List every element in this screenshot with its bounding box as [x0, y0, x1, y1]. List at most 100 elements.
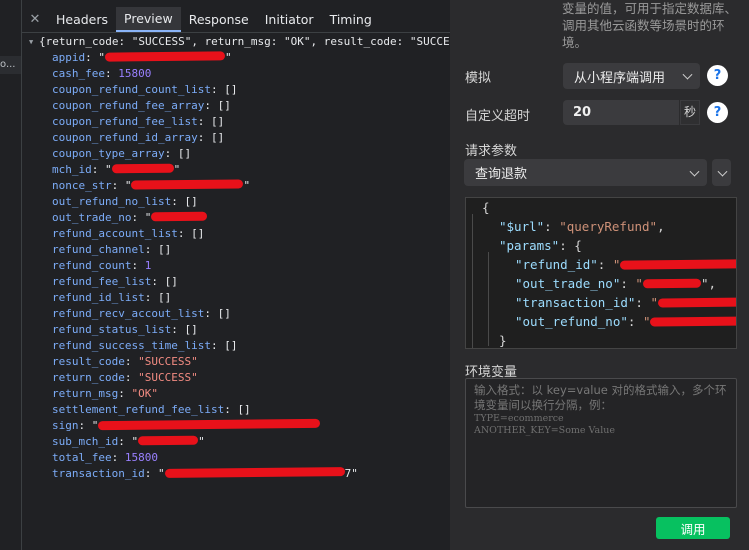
json-field-row[interactable]: sub_mch_id: " " [22, 434, 450, 450]
env-placeholder-example-1: TYPE=ecommerce [474, 413, 564, 424]
help-icon[interactable]: ? [707, 102, 728, 123]
json-colon: : [210, 339, 225, 352]
json-value: " [98, 51, 105, 64]
params-template-select[interactable]: 查询退款 [464, 159, 707, 186]
json-colon: : [177, 227, 192, 240]
tab-headers[interactable]: Headers [48, 7, 116, 32]
request-name-fragment[interactable]: o... [0, 59, 20, 70]
simulate-label: 模拟 [465, 71, 492, 86]
json-colon: : [144, 467, 158, 480]
close-icon[interactable]: ✕ [22, 7, 48, 32]
tab-preview[interactable]: Preview [116, 7, 181, 32]
code-line-url: "$url": "queryRefund", [499, 219, 665, 234]
code-brace-close: } [499, 333, 507, 348]
json-field-row[interactable]: nonce_str: " " [22, 178, 450, 194]
json-value: " [105, 163, 112, 176]
json-colon: : [124, 355, 139, 368]
json-value: " [198, 435, 205, 448]
json-key: total_fee [52, 451, 112, 464]
redaction-mark [138, 435, 199, 446]
json-field-row[interactable]: refund_status_list: [] [22, 322, 450, 338]
json-field-row[interactable]: coupon_refund_count_list: [] [22, 82, 450, 98]
json-key: coupon_refund_fee_array [52, 99, 205, 112]
call-button[interactable]: 调用 [656, 517, 730, 539]
json-field-row[interactable]: refund_fee_list: [] [22, 274, 450, 290]
more-options-button[interactable] [712, 159, 731, 186]
json-colon: : [204, 99, 218, 112]
detail-tab-bar: ✕ Headers Preview Response Initiator Tim… [22, 7, 450, 33]
json-key: settlement_refund_fee_list [52, 403, 225, 416]
tab-initiator[interactable]: Initiator [257, 7, 322, 32]
json-field-row[interactable]: sign: " [22, 418, 450, 434]
json-field-row[interactable]: out_trade_no: " [22, 210, 450, 226]
json-field-row[interactable]: coupon_refund_id_array: [] [22, 130, 450, 146]
json-field-row[interactable]: refund_recv_accout_list: [] [22, 306, 450, 322]
json-key: appid [52, 51, 86, 64]
json-field-row[interactable]: return_code: "SUCCESS" [22, 370, 450, 386]
json-root-line[interactable]: ▼ {return_code: "SUCCESS", return_msg: "O… [22, 34, 450, 50]
json-value: [] [210, 115, 225, 128]
params-label: 请求参数 [465, 144, 518, 159]
json-key: refund_recv_accout_list [52, 307, 205, 320]
json-field-row[interactable]: out_refund_no_list: [] [22, 194, 450, 210]
timeout-label: 自定义超时 [465, 109, 531, 124]
tab-response[interactable]: Response [181, 7, 257, 32]
json-key: return_code [52, 371, 125, 384]
json-value: [] [237, 403, 251, 416]
json-key: refund_status_list [52, 323, 172, 336]
json-value: [] [191, 227, 205, 240]
env-placeholder-example-2: ANOTHER_KEY=Some Value [474, 425, 615, 436]
json-field-row[interactable]: coupon_refund_fee_list: [] [22, 114, 450, 130]
json-field-row[interactable]: coupon_refund_fee_array: [] [22, 98, 450, 114]
json-value: 1 [144, 259, 152, 272]
help-icon[interactable]: ? [707, 65, 728, 86]
simulate-select[interactable]: 从小程序端调用 [563, 63, 700, 89]
json-value: [] [184, 195, 198, 208]
params-code-editor[interactable]: { "$url": "queryRefund", "params": { "re… [465, 197, 737, 349]
json-field-row[interactable]: refund_count: 1 [22, 258, 450, 274]
json-colon: : [111, 451, 125, 464]
json-field-row[interactable]: result_code: "SUCCESS" [22, 354, 450, 370]
json-value: 15800 [118, 67, 152, 80]
json-key: sub_mch_id [52, 435, 119, 448]
json-colon: : [171, 195, 185, 208]
json-key: mch_id [52, 163, 92, 176]
json-field-row[interactable]: coupon_type_array: [] [22, 146, 450, 162]
json-colon: : [118, 435, 132, 448]
json-field-row[interactable]: appid: " " [22, 50, 450, 66]
json-field-row[interactable]: settlement_refund_fee_list: [] [22, 402, 450, 418]
redaction-mark [151, 211, 208, 222]
code-line-out-refund-no: "out_refund_no": " [515, 312, 736, 331]
json-value: "SUCCESS" [138, 371, 198, 384]
code-line-out-trade-no: "out_trade_no": " ", [515, 276, 717, 291]
chevron-down-icon [689, 166, 700, 177]
json-value: "SUCCESS" [138, 355, 198, 368]
json-field-row[interactable]: cash_fee: 15800 [22, 66, 450, 82]
tab-timing[interactable]: Timing [322, 7, 380, 32]
json-field-row[interactable]: refund_account_list: [] [22, 226, 450, 242]
json-field-row[interactable]: refund_id_list: [] [22, 290, 450, 306]
json-field-list: appid: " " cash_fee: 15800 coupon_refund_co… [22, 50, 450, 482]
json-value: [] [217, 307, 231, 320]
json-field-row[interactable]: total_fee: 15800 [22, 450, 450, 466]
json-field-row[interactable]: mch_id: " " [22, 162, 450, 178]
json-field-row[interactable]: refund_success_time_list: [] [22, 338, 450, 354]
timeout-input[interactable]: 20 [563, 100, 679, 125]
json-field-row[interactable]: return_msg: "OK" [22, 386, 450, 402]
env-vars-textarea[interactable]: 输入格式：以 key=value 对的格式输入，多个环境变量间以换行分隔，例： … [465, 378, 737, 508]
json-key: coupon_type_array [52, 147, 165, 160]
json-key: coupon_refund_id_array [52, 131, 198, 144]
json-field-row[interactable]: refund_channel: [] [22, 242, 450, 258]
json-field-row[interactable]: transaction_id: " 7" [22, 466, 450, 482]
json-key: refund_fee_list [52, 275, 152, 288]
json-key: refund_success_time_list [52, 339, 211, 352]
json-colon: : [104, 67, 119, 80]
json-colon: : [204, 307, 218, 320]
json-value: 15800 [124, 451, 158, 464]
expand-triangle-icon[interactable]: ▼ [29, 34, 39, 50]
json-colon: : [131, 211, 145, 224]
json-value: [] [224, 339, 238, 352]
json-value: " [173, 163, 181, 176]
json-value: [] [157, 243, 172, 256]
chevron-down-icon [682, 69, 693, 80]
